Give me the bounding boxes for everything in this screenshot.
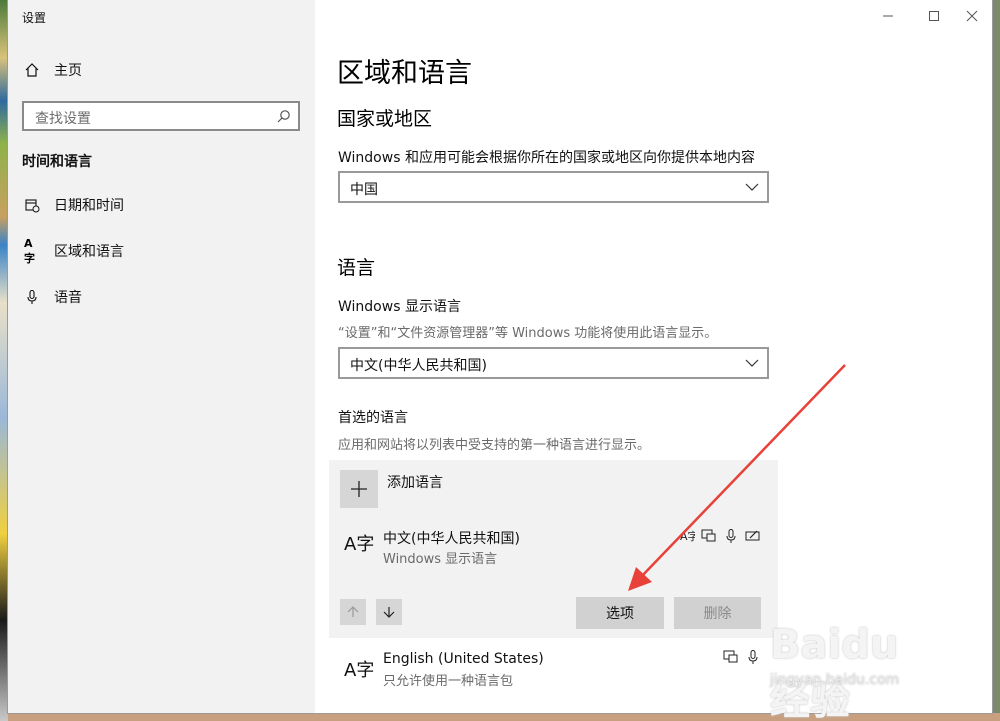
move-up-button[interactable]	[340, 599, 366, 625]
search-icon[interactable]	[276, 109, 291, 124]
language-subtitle: 只允许使用一种语言包	[383, 674, 514, 689]
search-placeholder: 查找设置	[35, 111, 91, 127]
language-subtitle: Windows 显示语言	[383, 552, 498, 567]
add-language-button[interactable]	[340, 470, 378, 508]
remove-button[interactable]: 删除	[674, 597, 761, 629]
region-heading: 国家或地区	[337, 108, 433, 130]
language-name[interactable]: English (United States)	[383, 651, 544, 667]
sidebar: 设置 主页 查找设置 时间和语言 日期和时间 A字 区域和语言 语音	[8, 0, 315, 713]
maximize-icon	[929, 11, 939, 21]
selected-language-panel: 添加语言 A字 中文(中华人民共和国) Windows 显示语言 A字 选项 删…	[329, 460, 778, 638]
language-name[interactable]: 中文(中华人民共和国)	[383, 528, 520, 548]
page-title: 区域和语言	[337, 58, 472, 89]
minimize-button[interactable]	[865, 0, 911, 32]
language-icon: A字	[344, 660, 375, 681]
watermark-url: jingyan.baidu.com	[770, 672, 900, 688]
chevron-down-icon	[745, 183, 759, 191]
language-icon: A字	[24, 236, 35, 265]
display-language-label: Windows 显示语言	[338, 299, 461, 315]
display-language-icon	[723, 650, 738, 663]
close-icon	[966, 10, 978, 22]
arrow-up-icon	[347, 606, 359, 617]
display-language-dropdown[interactable]: 中文(中华人民共和国)	[338, 347, 769, 379]
display-language-description: “设置”和“文件资源管理器”等 Windows 功能将使用此语言显示。	[338, 326, 718, 341]
handwriting-icon	[745, 530, 760, 541]
arrow-down-icon	[383, 607, 395, 618]
sidebar-item-region-language[interactable]: A字 区域和语言	[8, 231, 315, 271]
sidebar-item-label: 区域和语言	[54, 244, 124, 260]
home-icon	[24, 62, 40, 78]
preferred-languages-label: 首选的语言	[338, 410, 408, 426]
preferred-languages-description: 应用和网站将以列表中受支持的第一种语言进行显示。	[338, 438, 651, 453]
speech-icon	[748, 650, 758, 664]
add-language-label[interactable]: 添加语言	[387, 472, 443, 492]
sidebar-item-date-time[interactable]: 日期和时间	[8, 185, 315, 225]
sidebar-item-label: 语音	[54, 290, 82, 306]
country-region-dropdown[interactable]: 中国	[338, 171, 769, 203]
minimize-icon	[883, 15, 893, 17]
language-heading: 语言	[337, 257, 376, 279]
region-description: Windows 和应用可能会根据你所在的国家或地区向你提供本地内容	[338, 150, 755, 166]
desktop-background	[0, 0, 8, 721]
display-language-icon	[701, 529, 716, 542]
options-button[interactable]: 选项	[576, 597, 664, 629]
move-down-button[interactable]	[376, 599, 402, 625]
main-content: 区域和语言 国家或地区 Windows 和应用可能会根据你所在的国家或地区向你提…	[315, 0, 992, 713]
sidebar-item-speech[interactable]: 语音	[8, 277, 315, 317]
settings-window: 设置 主页 查找设置 时间和语言 日期和时间 A字 区域和语言 语音 区域和语言…	[8, 0, 992, 713]
sidebar-section-title: 时间和语言	[22, 154, 92, 170]
microphone-icon	[24, 289, 40, 305]
sidebar-item-home[interactable]: 主页	[8, 50, 315, 90]
svg-text:A字: A字	[680, 529, 695, 543]
dropdown-value: 中国	[350, 182, 378, 198]
language-icon: A字	[344, 534, 375, 555]
sidebar-item-label: 日期和时间	[54, 198, 124, 214]
plus-icon	[351, 481, 367, 497]
language-pack-icon: A字	[680, 529, 695, 543]
dropdown-value: 中文(中华人民共和国)	[350, 358, 487, 374]
sidebar-item-label: 主页	[54, 63, 82, 79]
calendar-clock-icon	[24, 197, 40, 213]
window-title: 设置	[22, 11, 47, 25]
watermark: Baidu 经验 jingyan.baidu.com	[770, 610, 950, 721]
close-button[interactable]	[949, 0, 992, 32]
search-input[interactable]: 查找设置	[22, 101, 300, 131]
chevron-down-icon	[745, 359, 759, 367]
speech-icon	[726, 529, 736, 543]
